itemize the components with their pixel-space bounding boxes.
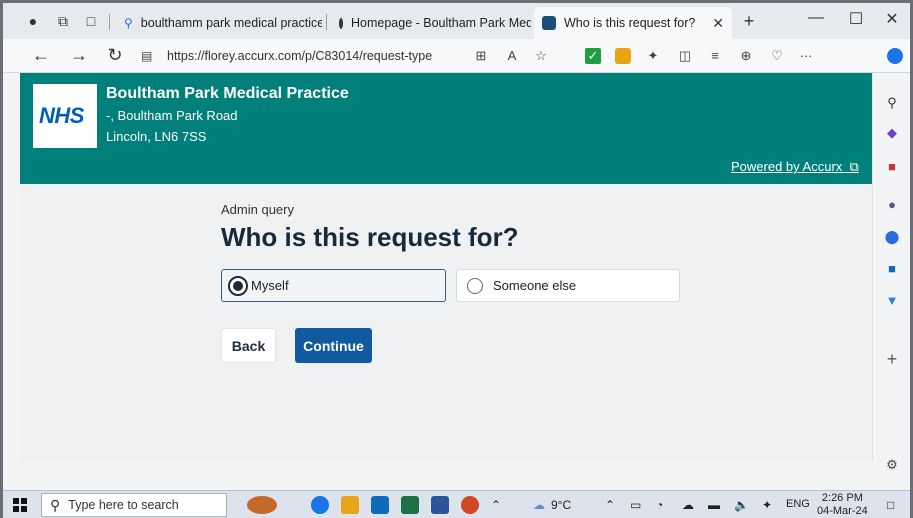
copilot-sidebar-icon[interactable]: ⬤ <box>884 229 900 245</box>
forward-arrow-icon[interactable]: → <box>69 45 89 66</box>
excel-icon[interactable] <box>401 496 419 514</box>
edge-sidebar: ⚲ ◆ ■ ● ⬤ ■ ▼ + ⚙ <box>872 73 910 472</box>
tab-strip: ● ⧉ □ ⚲ boulthamm park medical practice … <box>3 3 910 39</box>
practice-address-line2: Lincoln, LN6 7SS <box>106 129 207 144</box>
powered-by-link[interactable]: Powered by Accurx ⧉ <box>731 159 859 175</box>
powerpoint-icon[interactable] <box>461 496 479 514</box>
more-apps-chevron-icon[interactable]: ⌃ <box>491 498 501 512</box>
profile-icon[interactable]: ● <box>25 13 41 29</box>
maximize-icon[interactable]: ☐ <box>841 9 871 29</box>
windows-taskbar: ⚲ Type here to search ⌃ ☁ 9°C ⌃ ▭ ◔ ☁ ▬ … <box>3 490 910 518</box>
back-button[interactable]: Back <box>221 328 276 363</box>
clock[interactable]: 2:26 PM 04-Mar-24 <box>817 492 868 518</box>
outlook-taskbar-icon[interactable] <box>371 496 389 514</box>
language-indicator[interactable]: ENG <box>786 498 810 510</box>
tab-homepage[interactable]: Homepage - Boultham Park Med ✕ <box>331 7 531 39</box>
send-icon[interactable]: ▼ <box>884 293 900 309</box>
favorite-star-icon[interactable]: ☆ <box>533 48 549 64</box>
hidden-icons-chevron-icon[interactable]: ⌃ <box>605 498 615 512</box>
search-icon[interactable]: ⚲ <box>884 95 900 111</box>
meet-now-icon[interactable]: ▬ <box>708 498 720 512</box>
search-icon: ⚲ <box>124 16 133 30</box>
settings-gear-icon[interactable]: ⚙ <box>884 457 900 473</box>
url-text: https://florey.accurx.com/p/C83014/reque… <box>167 49 433 63</box>
continue-button[interactable]: Continue <box>295 328 372 363</box>
favorites-icon[interactable]: ≡ <box>707 48 723 64</box>
tools-briefcase-icon[interactable]: ■ <box>884 159 900 175</box>
search-placeholder: Type here to search <box>68 498 179 512</box>
nhs-logo: NHS <box>33 84 97 148</box>
address-toolbar: ← → ↻ ▤ https://florey.accurx.com/p/C830… <box>3 39 910 73</box>
split-screen-icon[interactable]: ◫ <box>677 48 693 64</box>
tab-search[interactable]: ⚲ boulthamm park medical practice ✕ <box>116 7 322 39</box>
tab-title: boulthamm park medical practice <box>140 16 322 30</box>
outlook-icon[interactable]: ■ <box>884 261 900 277</box>
taskbar-search[interactable]: ⚲ Type here to search <box>41 493 227 517</box>
nhs-logo-text: NHS <box>39 103 84 128</box>
read-aloud-icon[interactable]: A <box>504 48 520 64</box>
new-tab-icon[interactable]: + <box>741 12 757 30</box>
window-close-icon[interactable]: ✕ <box>877 9 907 29</box>
close-icon[interactable]: ✕ <box>706 15 724 32</box>
address-bar[interactable]: ▤ https://florey.accurx.com/p/C83014/req… <box>141 44 561 68</box>
practice-header: NHS Boultham Park Medical Practice -, Bo… <box>20 73 872 184</box>
powered-by-text: Powered by Accurx <box>731 159 843 174</box>
option-myself[interactable]: Myself <box>221 269 446 302</box>
tab-title: Who is this request for? <box>564 16 696 30</box>
collections-icon[interactable]: ⊕ <box>738 48 754 64</box>
option-label: Someone else <box>493 278 577 293</box>
battery-icon[interactable]: ▭ <box>630 498 641 512</box>
back-arrow-icon[interactable]: ← <box>31 45 51 66</box>
copilot-icon[interactable] <box>887 48 903 64</box>
refresh-icon[interactable]: ↻ <box>105 45 125 66</box>
radio-unselected-icon[interactable] <box>467 277 483 294</box>
external-link-icon: ⧉ <box>845 159 859 174</box>
page-title: Who is this request for? <box>221 222 519 252</box>
shopping-tag-icon[interactable]: ◆ <box>884 125 900 141</box>
request-type-label: Admin query <box>221 202 294 217</box>
clock-date: 04-Mar-24 <box>817 505 868 517</box>
file-explorer-icon[interactable] <box>341 496 359 514</box>
add-icon[interactable]: + <box>884 350 900 368</box>
tab-actions-icon[interactable]: □ <box>83 13 99 29</box>
extensions-puzzle-icon[interactable]: ✦ <box>645 48 661 64</box>
practice-address-line1: -, Boultham Park Road <box>106 108 238 123</box>
edge-icon[interactable] <box>311 496 329 514</box>
onedrive-icon[interactable]: ☁ <box>682 498 694 512</box>
more-options-icon[interactable]: ··· <box>798 48 814 64</box>
accurx-favicon-icon <box>542 16 556 30</box>
radio-selected-icon[interactable] <box>228 275 248 296</box>
practice-name: Boultham Park Medical Practice <box>106 85 349 102</box>
option-someone-else[interactable]: Someone else <box>456 269 680 302</box>
weather-icon[interactable]: ☁ <box>533 498 545 512</box>
notifications-icon[interactable]: □ <box>887 498 894 512</box>
clock-time: 2:26 PM <box>821 492 863 504</box>
minimize-icon[interactable]: — <box>801 9 831 27</box>
lock-icon: ▤ <box>141 49 153 63</box>
search-icon: ⚲ <box>50 496 61 513</box>
tab-active[interactable]: Who is this request for? ✕ <box>534 7 732 39</box>
windows-start-icon[interactable] <box>13 498 27 512</box>
extension-icon[interactable] <box>615 48 631 64</box>
teams-icon[interactable]: ✦ <box>762 498 772 512</box>
option-label: Myself <box>251 278 289 293</box>
app-available-icon[interactable]: ⊞ <box>473 48 489 64</box>
checkbox-extension-icon[interactable]: ✓ <box>585 48 601 64</box>
volume-icon[interactable]: 🔈 <box>734 498 749 512</box>
browser-window: ● ⧉ □ ⚲ boulthamm park medical practice … <box>0 0 913 518</box>
tab-title: Homepage - Boultham Park Med <box>351 16 531 30</box>
widgets-icon[interactable] <box>247 496 277 514</box>
browser-essentials-icon[interactable]: ♡ <box>769 48 785 64</box>
network-icon[interactable]: ◔ <box>656 498 663 512</box>
workspaces-icon[interactable]: ⧉ <box>55 13 71 29</box>
weather-temp[interactable]: 9°C <box>551 498 571 512</box>
people-icon[interactable]: ● <box>884 197 900 213</box>
word-icon[interactable] <box>431 496 449 514</box>
web-page: NHS Boultham Park Medical Practice -, Bo… <box>20 73 872 461</box>
site-favicon-icon <box>339 17 343 29</box>
